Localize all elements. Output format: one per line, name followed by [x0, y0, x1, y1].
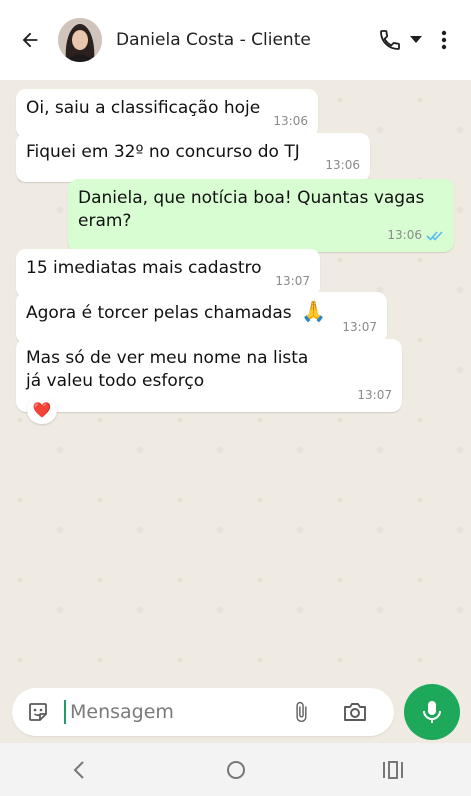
- more-vertical-icon: [441, 30, 447, 50]
- menu-button[interactable]: [427, 20, 461, 60]
- nav-home-button[interactable]: [206, 750, 266, 790]
- message-input[interactable]: [68, 700, 262, 724]
- heart-emoji: ❤️: [32, 401, 52, 419]
- chevron-down-icon: [410, 36, 422, 43]
- nav-recents-button[interactable]: [363, 750, 423, 790]
- call-options-dropdown[interactable]: [405, 20, 427, 60]
- message-time: 13:07: [357, 388, 392, 402]
- paperclip-icon: [296, 701, 307, 723]
- message-bubble[interactable]: Oi, saiu a classificação hoje 13:06: [16, 89, 318, 138]
- message-text: 15 imediatas mais cadastro: [26, 258, 262, 278]
- message-bubble[interactable]: Agora é torcer pelas chamadas 🙏 13:07: [16, 292, 387, 344]
- message-bubble[interactable]: Mas só de ver meu nome na lista já valeu…: [16, 339, 402, 412]
- voice-message-button[interactable]: [404, 684, 460, 740]
- message-text: Oi, saiu a classificação hoje: [26, 98, 261, 118]
- contact-name[interactable]: Daniela Costa - Cliente: [116, 30, 375, 50]
- nav-back-icon: [73, 760, 84, 779]
- message-text: Mas só de ver meu nome na lista já valeu…: [26, 348, 309, 391]
- message-text: Daniela, que notícia boa! Quantas vagas …: [78, 188, 425, 231]
- chat-area[interactable]: Oi, saiu a classificação hoje 13:06 Fiqu…: [0, 80, 471, 682]
- message-bubble[interactable]: Fiquei em 32º no concurso do TJ 13:06: [16, 133, 370, 182]
- message-time: 13:07: [275, 274, 310, 288]
- message-bubble[interactable]: 15 imediatas mais cadastro 13:07: [16, 249, 320, 298]
- attach-button[interactable]: [290, 700, 312, 724]
- nav-home-icon: [226, 760, 245, 779]
- message-time: 13:06: [273, 114, 308, 128]
- back-arrow-icon: [22, 32, 38, 48]
- nav-recents-icon: [382, 760, 403, 779]
- system-navigation-bar: [0, 743, 471, 796]
- pray-emoji: 🙏: [301, 299, 326, 323]
- phone-icon: [380, 30, 400, 50]
- chat-header: Daniela Costa - Cliente: [0, 0, 471, 80]
- message-time: 13:06: [325, 158, 360, 172]
- message-composer: [12, 688, 394, 736]
- back-button[interactable]: [8, 18, 52, 62]
- message-text: Fiquei em 32º no concurso do TJ: [26, 142, 300, 162]
- message-meta: 13:06: [387, 224, 444, 247]
- call-button[interactable]: [375, 20, 405, 60]
- avatar[interactable]: [58, 18, 102, 62]
- sticker-icon[interactable]: [26, 700, 50, 724]
- camera-button[interactable]: [342, 700, 368, 724]
- message-time: 13:07: [342, 320, 377, 334]
- message-text: Agora é torcer pelas chamadas: [26, 303, 292, 323]
- reaction-badge[interactable]: ❤️: [27, 396, 57, 424]
- nav-back-button[interactable]: [49, 750, 109, 790]
- camera-icon: [344, 703, 366, 721]
- message-bubble[interactable]: Daniela, que notícia boa! Quantas vagas …: [68, 179, 454, 252]
- microphone-icon: [423, 701, 441, 723]
- double-check-read-icon: [426, 231, 443, 241]
- message-time: 13:06: [387, 228, 422, 242]
- text-cursor: [64, 700, 66, 724]
